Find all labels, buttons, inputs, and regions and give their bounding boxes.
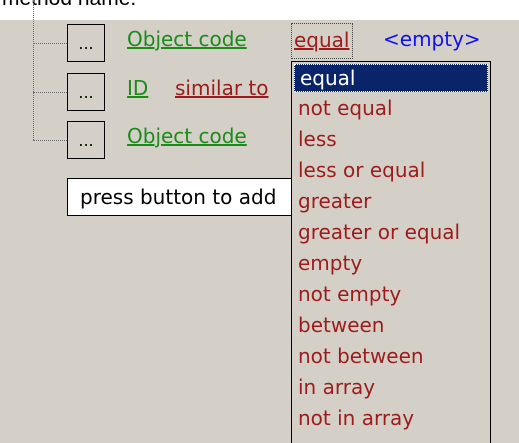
condition-options-button[interactable]: ...	[67, 121, 105, 159]
condition-field-link[interactable]: Object code	[127, 27, 247, 51]
operator-option-not-between[interactable]: not between	[292, 342, 490, 370]
tree-connector-horizontal	[33, 92, 67, 93]
operator-option-between[interactable]: between	[292, 311, 490, 339]
operator-option-in-array[interactable]: in array	[292, 373, 490, 401]
condition-operator-link[interactable]: equal	[291, 23, 353, 59]
condition-value-link[interactable]: <empty>	[383, 27, 481, 51]
operator-option-not-in-array[interactable]: not in array	[292, 404, 490, 432]
operator-option-empty[interactable]: empty	[292, 249, 490, 277]
tree-connector-vertical	[33, 0, 34, 140]
operator-option-less-or-equal[interactable]: less or equal	[292, 156, 490, 184]
condition-field-link[interactable]: Object code	[127, 124, 247, 148]
operator-option-greater-or-equal[interactable]: greater or equal	[292, 218, 490, 246]
operator-option-not-equal[interactable]: not equal	[292, 94, 490, 122]
top-text-fragment: method name.	[2, 0, 136, 11]
operator-option-equal[interactable]: equal	[294, 64, 488, 92]
tree-connector-horizontal	[33, 140, 67, 141]
operator-dropdown[interactable]: equal not equal less less or equal great…	[291, 61, 491, 443]
condition-options-button[interactable]: ...	[67, 73, 105, 111]
top-text-strip: method name.	[0, 0, 519, 20]
tree-connector-horizontal	[33, 43, 67, 44]
condition-options-button[interactable]: ...	[67, 24, 105, 62]
condition-field-link[interactable]: ID	[127, 76, 148, 100]
condition-operator-link[interactable]: similar to	[175, 76, 269, 100]
operator-option-less[interactable]: less	[292, 125, 490, 153]
operator-option-greater[interactable]: greater	[292, 187, 490, 215]
operator-option-not-empty[interactable]: not empty	[292, 280, 490, 308]
